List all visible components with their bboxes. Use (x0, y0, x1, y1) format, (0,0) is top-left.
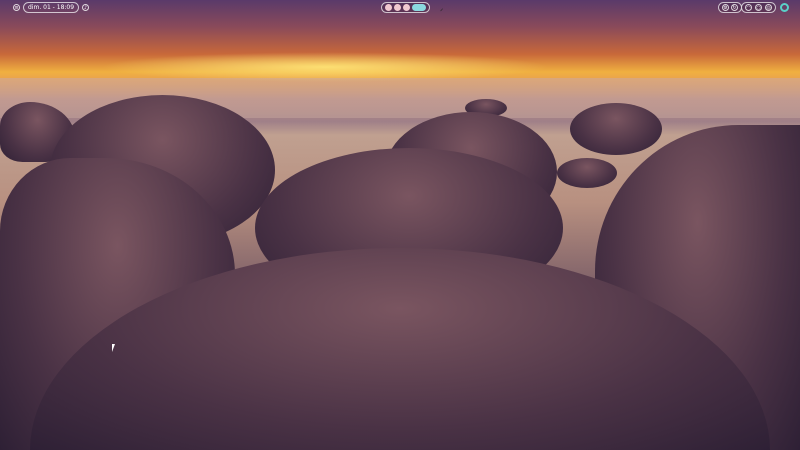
bell-icon[interactable]: ♪ (82, 4, 90, 11)
settings-icon[interactable]: ⚙ (722, 4, 729, 11)
workspace-4-active[interactable] (412, 4, 426, 11)
gauge-icon[interactable]: ◠ (745, 4, 752, 11)
power-icon[interactable] (780, 3, 789, 12)
clock: dim. 01 - 18:09 (23, 2, 80, 13)
cpu-icon[interactable]: ○ (755, 4, 762, 11)
boulder (570, 103, 662, 155)
workspace-switcher[interactable] (381, 2, 430, 13)
workspace-1[interactable] (385, 4, 392, 11)
system-tray-left[interactable]: ⚙ ↻ (718, 2, 742, 13)
refresh-icon[interactable]: ↻ (731, 4, 738, 11)
workspace-2[interactable] (394, 4, 401, 11)
bird: ᐟ (440, 7, 444, 16)
mouse-cursor (112, 344, 115, 352)
clock-widget[interactable]: ≡ dim. 01 - 18:09 ♪ (10, 2, 92, 13)
workspace-3[interactable] (403, 4, 410, 11)
boulder (557, 158, 617, 188)
system-tray-stats[interactable]: ◠ ○ ◎ (741, 2, 776, 13)
memory-icon[interactable]: ◎ (765, 4, 772, 11)
menu-icon[interactable]: ≡ (13, 4, 20, 11)
